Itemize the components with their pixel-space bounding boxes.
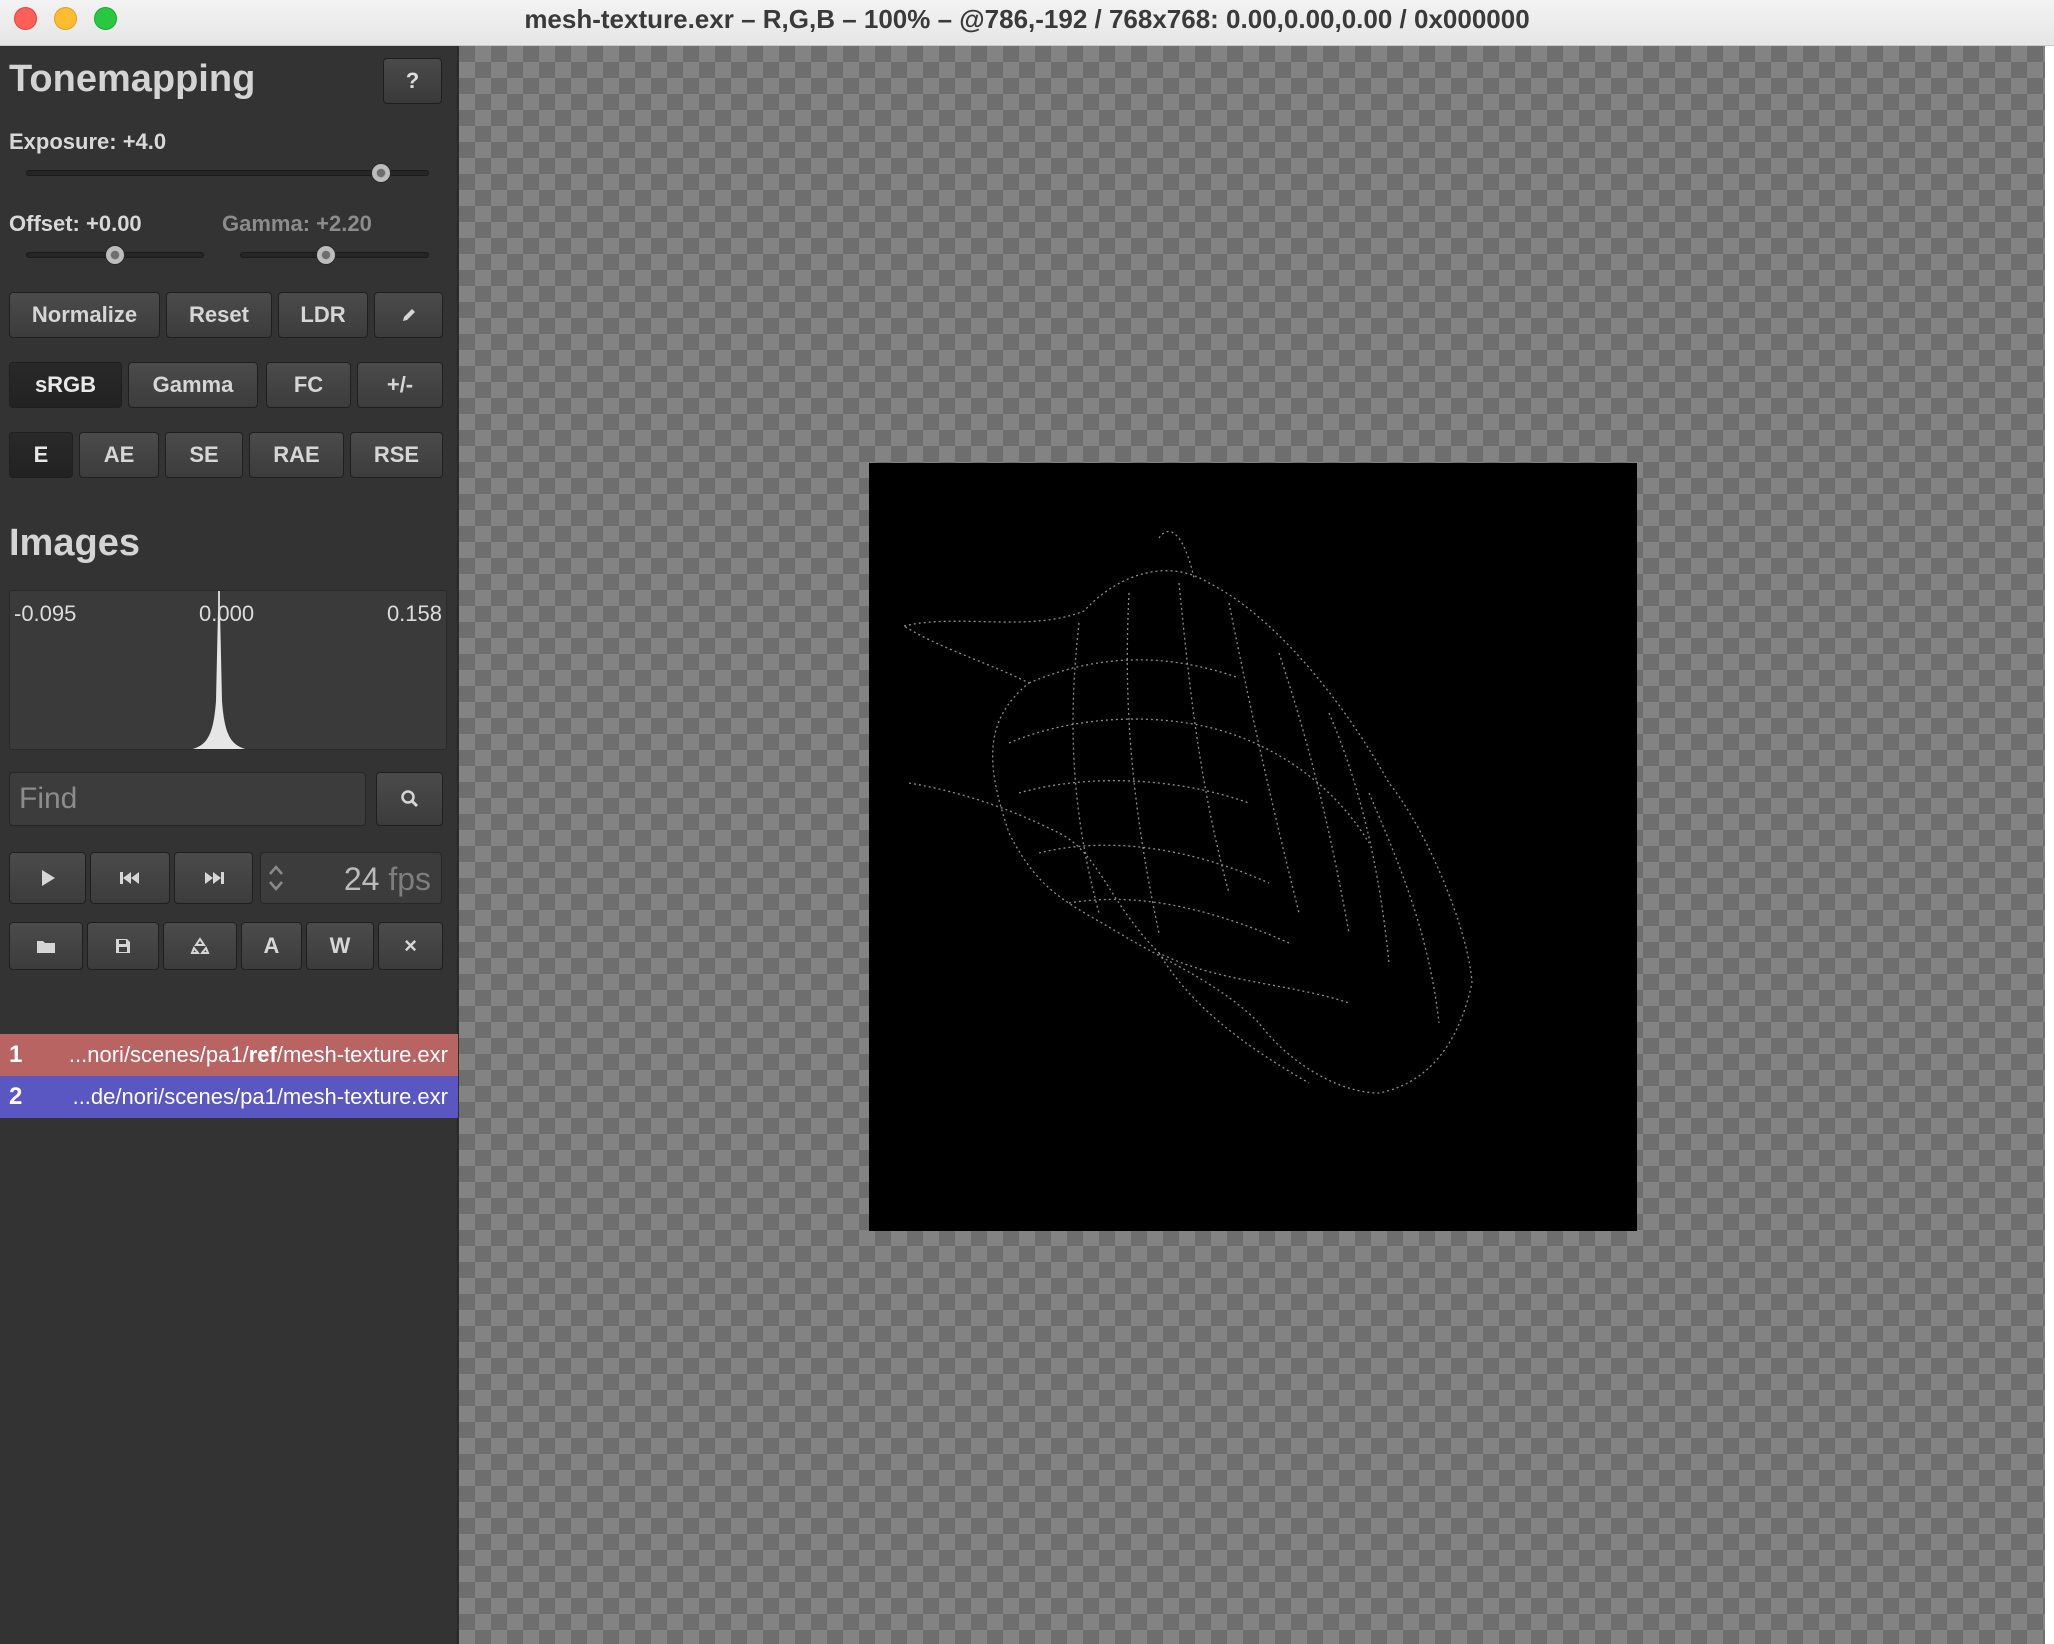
exposure-slider[interactable] (26, 163, 429, 183)
metric-e-button[interactable]: E (9, 432, 73, 478)
folder-icon (37, 941, 55, 953)
histogram: -0.095 0.000 0.158 (9, 590, 447, 750)
help-button[interactable]: ? (383, 58, 442, 104)
title-bar: mesh-texture.exr – R,G,B – 100% – @786,-… (0, 0, 2054, 46)
previous-image-button[interactable] (90, 852, 170, 904)
image-path: ...nori/scenes/pa1/ref/mesh-texture.exr (44, 1042, 458, 1068)
gamma-slider-handle[interactable] (316, 245, 336, 265)
metric-ae-button[interactable]: AE (79, 432, 159, 478)
image-index: 1 (9, 1041, 23, 1068)
reload-icon (190, 937, 210, 954)
normalize-button[interactable]: Normalize (9, 292, 160, 338)
image-list-item-reference[interactable]: 1 ...nori/scenes/pa1/ref/mesh-texture.ex… (0, 1034, 458, 1076)
skip-back-icon (120, 872, 139, 884)
exposure-label: Exposure: +4.0 (9, 129, 167, 154)
fps-unit: fps (388, 861, 431, 897)
sidebar: Tonemapping ? Exposure: +4.0 Offset: +0.… (0, 46, 458, 1644)
fps-value: 24 fps (344, 861, 431, 898)
play-icon (41, 870, 55, 886)
save-file-button[interactable] (87, 922, 159, 970)
next-image-button[interactable] (174, 852, 253, 904)
skip-forward-icon (204, 872, 224, 884)
offset-slider[interactable] (26, 245, 204, 265)
metric-rse-button[interactable]: RSE (350, 432, 443, 478)
find-input[interactable] (9, 772, 366, 826)
exposure-slider-handle[interactable] (371, 163, 391, 183)
play-button[interactable] (9, 852, 86, 904)
histogram-min-label: -0.095 (14, 601, 77, 626)
fps-number: 24 (343, 861, 380, 897)
search-icon (400, 790, 418, 808)
exposure-slider-track (26, 170, 429, 176)
reload-all-button[interactable]: A (241, 922, 302, 970)
pencil-icon (402, 309, 415, 321)
histogram-max-label: 0.158 (386, 601, 442, 626)
metric-se-button[interactable]: SE (165, 432, 243, 478)
image-path-prefix: ...nori/scenes/pa1/ (68, 1042, 249, 1067)
window-title: mesh-texture.exr – R,G,B – 100% – @786,-… (524, 4, 1530, 34)
image-list-item-current[interactable]: 2 ...de/nori/scenes/pa1/mesh-texture.exr (0, 1076, 458, 1118)
watch-button[interactable]: W (306, 922, 374, 970)
reload-button[interactable] (163, 922, 237, 970)
rendered-mesh-image (902, 530, 1473, 1094)
fps-stepper[interactable]: 24 fps (260, 852, 442, 904)
reset-button[interactable]: Reset (166, 292, 272, 338)
stepper-arrows-icon[interactable] (267, 863, 285, 893)
images-heading: Images (9, 522, 140, 564)
offset-label: Offset: +0.00 (9, 211, 142, 236)
close-image-button[interactable]: × (378, 922, 443, 970)
open-file-button[interactable] (9, 922, 83, 970)
search-button[interactable] (376, 772, 443, 826)
edit-button[interactable] (374, 292, 443, 338)
metric-rae-button[interactable]: RAE (249, 432, 344, 478)
image-path-suffix: /mesh-texture.exr (276, 1042, 448, 1067)
tonemapping-heading: Tonemapping (9, 58, 256, 100)
app-window: mesh-texture.exr – R,G,B – 100% – @786,-… (0, 0, 2054, 1644)
save-icon (116, 939, 130, 953)
gamma-label: Gamma: +2.20 (222, 211, 372, 236)
offset-slider-handle[interactable] (105, 245, 125, 265)
window-edge (2045, 46, 2054, 1644)
srgb-button[interactable]: sRGB (9, 362, 122, 408)
fc-button[interactable]: FC (266, 362, 351, 408)
image-index: 2 (9, 1083, 23, 1110)
histogram-zero-label: 0.000 (199, 601, 255, 626)
image-path: ...de/nori/scenes/pa1/mesh-texture.exr (72, 1084, 448, 1109)
image-canvas[interactable] (869, 463, 1637, 1231)
plus-minus-button[interactable]: +/- (357, 362, 443, 408)
ldr-button[interactable]: LDR (278, 292, 368, 338)
image-path-highlight: ref (248, 1042, 277, 1067)
gamma-slider[interactable] (240, 245, 429, 265)
gamma-button[interactable]: Gamma (128, 362, 258, 408)
